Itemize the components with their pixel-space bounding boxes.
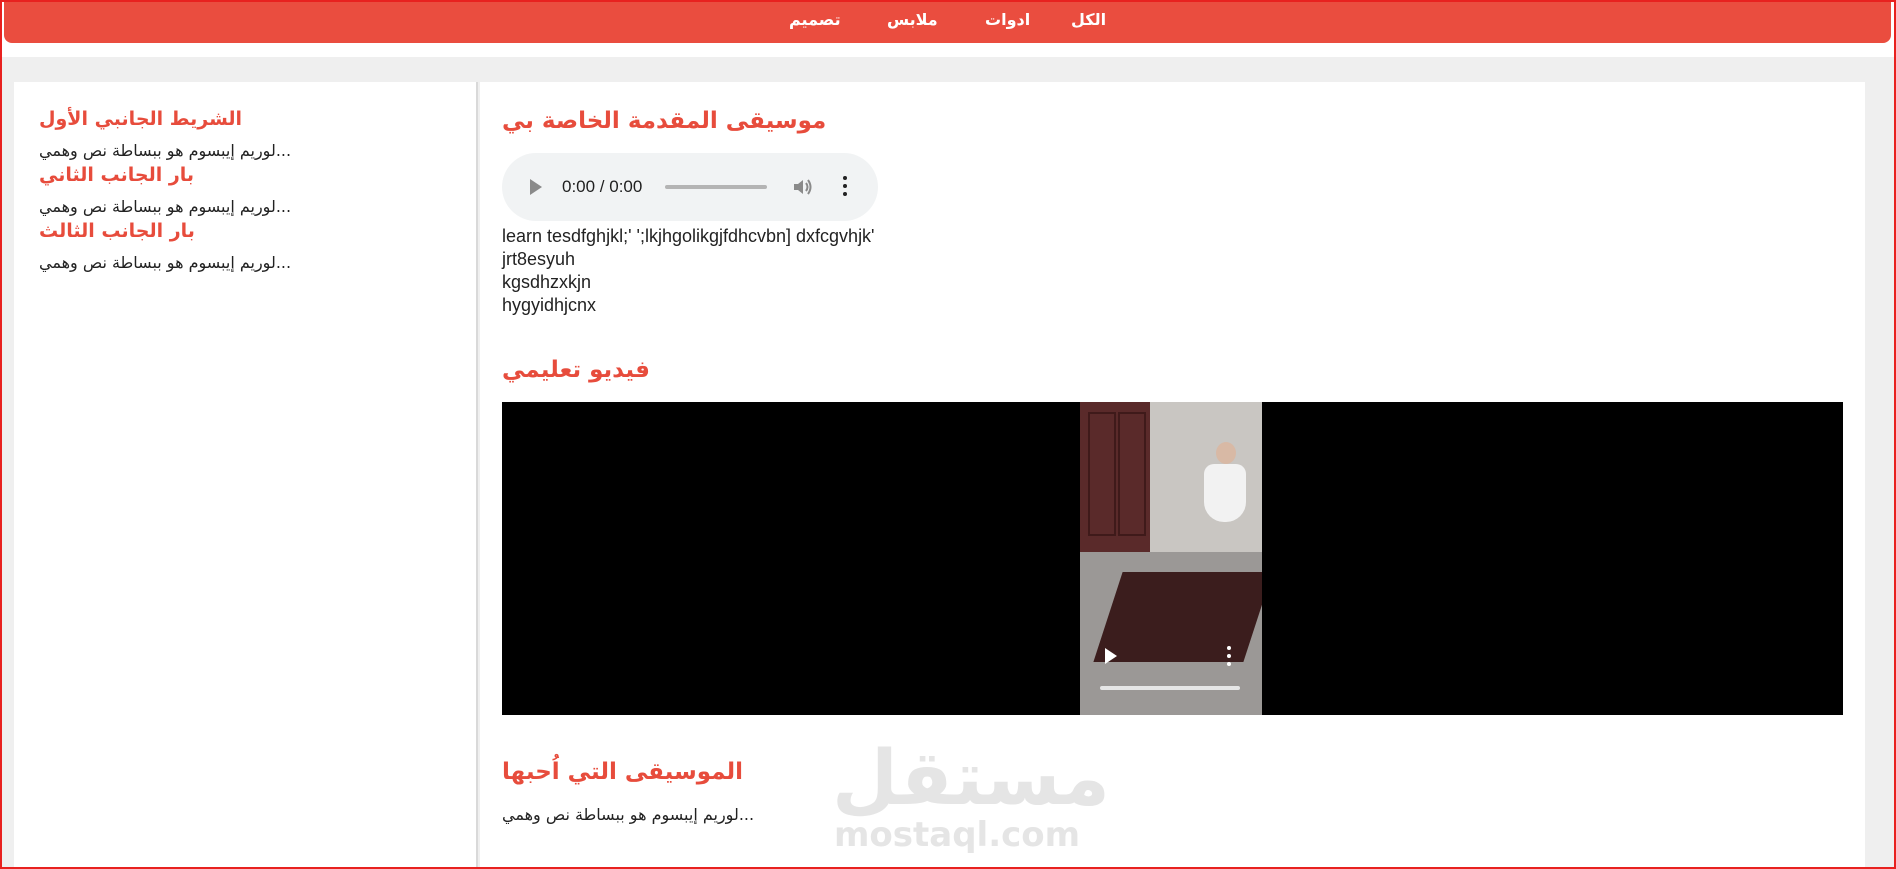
sidebar-title-3: بار الجانب الثالث [39,220,195,242]
text-line: kgsdhzxkjn [502,272,592,292]
play-icon[interactable] [1105,648,1117,664]
play-icon[interactable] [530,179,542,195]
text-line: learn tesdfghjkl;' ';lkjhgolikgjfdhcvbn]… [502,226,875,246]
sidebar-title-1: الشريط الجانبي الأول [39,108,243,130]
audio-time: 0:00 / 0:00 [562,177,643,196]
favorite-music-title: الموسيقى التي اُحبها [502,759,744,785]
sidebar-text-2: لوريم إيبسوم هو ببساطة نص وهمي... [39,197,292,216]
sidebar-text-1: لوريم إيبسوم هو ببساطة نص وهمي... [39,141,292,160]
watermark-url: mostaql.com [834,815,1081,855]
text-lines: learn tesdfghjkl;' ';lkjhgolikgjfdhcvbn]… [502,225,875,317]
nav-item-clothes[interactable]: ملابس [887,10,938,29]
sidebar-title-2: بار الجانب الثاني [39,164,195,186]
sidebar-text-3: لوريم إيبسوم هو ببساطة نص وهمي... [39,253,292,272]
video-frame [1080,402,1262,715]
more-options-icon[interactable] [842,175,848,197]
audio-progress-bar[interactable] [665,185,767,189]
video-section-title: فيديو تعليمي [502,357,650,383]
watermark-logo: مستقل [832,733,1110,822]
video-player[interactable] [502,402,1843,715]
nav-item-tools[interactable]: ادوات [985,10,1030,29]
audio-player[interactable]: 0:00 / 0:00 [502,153,878,221]
favorite-music-text: لوريم إيبسوم هو ببساطة نص وهمي... [502,805,755,824]
more-options-icon[interactable] [1226,646,1232,666]
top-navigation-bar: الكل ادوات ملابس تصميم [4,2,1891,43]
nav-item-all[interactable]: الكل [1071,10,1106,29]
music-section-title: موسيقى المقدمة الخاصة بي [502,108,827,134]
text-line: hygyidhjcnx [502,295,597,315]
nav-item-design[interactable]: تصميم [789,10,841,29]
text-line: jrt8esyuh [502,249,576,269]
video-progress-bar[interactable] [1100,686,1240,690]
volume-icon[interactable] [792,177,814,197]
